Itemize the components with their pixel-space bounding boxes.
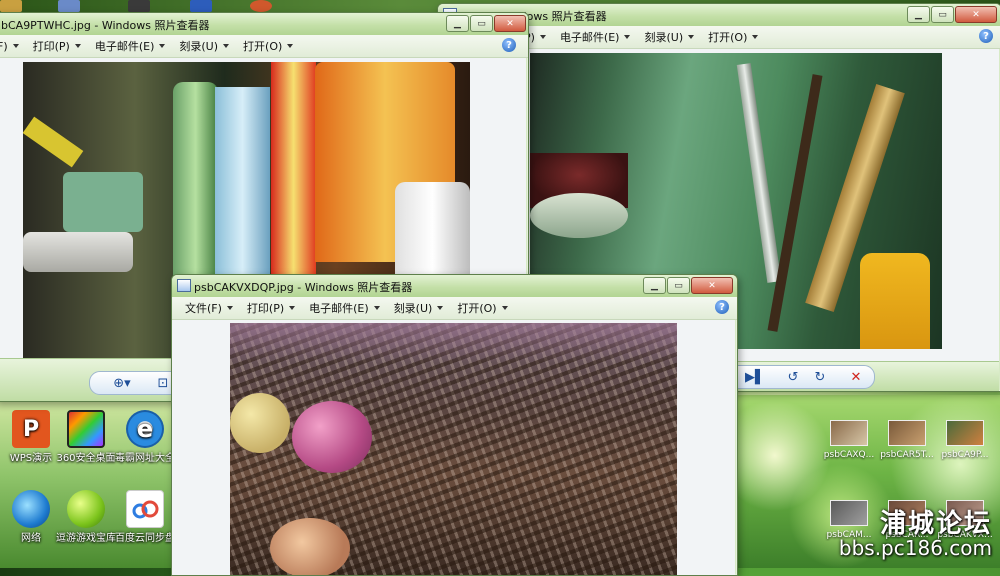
chevron-down-icon [159, 44, 166, 48]
chevron-down-icon [688, 35, 695, 39]
close-button[interactable]: ✕ [494, 15, 526, 32]
desktop-icon-label: 逗游游戏宝库 [56, 533, 116, 544]
menu-bar: 文件(F) 打印(P) 电子邮件(E) 刻录(U) 打开(O) ? [172, 297, 737, 320]
help-icon[interactable]: ? [715, 300, 729, 314]
desktop-icon-top-5[interactable] [250, 0, 272, 12]
menu-burn[interactable]: 刻录(U) [394, 300, 444, 316]
close-button[interactable]: ✕ [955, 6, 997, 23]
chevron-down-icon [437, 306, 444, 310]
baidu-cloud-icon [126, 490, 164, 528]
close-button[interactable]: ✕ [691, 277, 733, 294]
desktop-icon-label: 网络 [21, 533, 41, 544]
image-viewer-area [172, 320, 735, 575]
watermark-title: 浦城论坛 [879, 509, 992, 539]
game-icon [67, 490, 105, 528]
wps-presentation-icon: P [12, 410, 50, 448]
desktop-icon-label: 360安全桌面 [56, 453, 116, 464]
menu-burn[interactable]: 刻录(U) [179, 38, 230, 54]
zoom-button[interactable]: ⊕▾ [107, 373, 137, 393]
menu-email[interactable]: 电子邮件(E) [95, 38, 166, 54]
maximize-button[interactable]: ▭ [667, 277, 690, 294]
chevron-down-icon [624, 35, 631, 39]
image-file-icon [946, 420, 984, 446]
menu-open[interactable]: 打开(O) [708, 29, 759, 45]
chevron-down-icon [12, 44, 19, 48]
chevron-down-icon [501, 306, 508, 310]
desktop-icon-label: 毒霸网址大全 [115, 453, 175, 464]
chevron-down-icon [539, 35, 546, 39]
desktop-icon-label: 百度云同步盘 [115, 533, 175, 544]
title-bar[interactable]: bCA9PTWHC.jpg - Windows 照片查看器 ▁ ▭ ✕ [0, 13, 528, 35]
desktop-icon-top-3[interactable] [128, 0, 150, 12]
menu-print[interactable]: 打印(P) [247, 300, 296, 316]
image-file-icon [888, 420, 926, 446]
chevron-down-icon [287, 44, 294, 48]
desktop-file-thumb[interactable]: psbCAM... [818, 500, 880, 541]
maximize-button[interactable]: ▭ [470, 15, 493, 32]
menu-file[interactable]: 文件(F) [185, 300, 233, 316]
desktop-icon-top-2[interactable] [58, 0, 80, 12]
photo-viewer-icon [177, 279, 191, 292]
menu-email[interactable]: 电子邮件(E) [560, 29, 631, 45]
internet-explorer-icon: e [126, 410, 164, 448]
window-title: bCA9PTWHC.jpg - Windows 照片查看器 [1, 19, 210, 32]
chevron-down-icon [223, 44, 230, 48]
image-file-icon [830, 500, 868, 526]
help-icon[interactable]: ? [979, 29, 993, 43]
desktop-icon-network[interactable]: 网络 [0, 490, 62, 545]
slideshow-button[interactable]: ▶▌ [743, 367, 767, 387]
maximize-button[interactable]: ▭ [931, 6, 954, 23]
menu-email[interactable]: 电子邮件(E) [309, 300, 380, 316]
desktop-file-thumb[interactable]: psbCAR5T... [876, 420, 938, 461]
desktop-file-thumb[interactable]: psbCAXQ... [818, 420, 880, 461]
menu-file[interactable]: F) [0, 40, 19, 53]
desktop-icon-label: WPS演示 [9, 453, 53, 464]
delete-button[interactable]: ✕ [846, 367, 866, 387]
chevron-down-icon [226, 306, 233, 310]
network-icon [12, 490, 50, 528]
chevron-down-icon [74, 44, 81, 48]
menu-print[interactable]: 打印(P) [33, 38, 81, 54]
desktop-file-thumb[interactable]: psbCA9P... [934, 420, 996, 461]
image-file-icon [830, 420, 868, 446]
minimize-button[interactable]: ▁ [643, 277, 666, 294]
desktop-icon-ie[interactable]: e 毒霸网址大全 [114, 410, 176, 465]
desktop-icon-baidu[interactable]: 百度云同步盘 [114, 490, 176, 545]
title-bar[interactable]: psbCAKVXDQP.jpg - Windows 照片查看器 ▁ ▭ ✕ [172, 275, 737, 297]
chevron-down-icon [373, 306, 380, 310]
minimize-button[interactable]: ▁ [907, 6, 930, 23]
desktop-icon-wps[interactable]: P WPS演示 [0, 410, 62, 465]
photo-grapes-basket [230, 323, 677, 575]
menu-open[interactable]: 打开(O) [457, 300, 508, 316]
chevron-down-icon [289, 306, 296, 310]
desktop-icon-360[interactable]: 360安全桌面 [55, 410, 117, 465]
rotate-ccw-button[interactable]: ↺ [783, 367, 803, 387]
360-desktop-icon [67, 410, 105, 448]
watermark-url: bbs.pc186.com [838, 536, 992, 560]
rotate-cw-button[interactable]: ↻ [810, 367, 830, 387]
desktop-icon-top-4[interactable] [190, 0, 212, 12]
chevron-down-icon [752, 35, 759, 39]
window-title: psbCAKVXDQP.jpg - Windows 照片查看器 [194, 281, 413, 294]
menu-bar: F) 打印(P) 电子邮件(E) 刻录(U) 打开(O) ? [0, 35, 528, 58]
photo-viewer-window-3[interactable]: psbCAKVXDQP.jpg - Windows 照片查看器 ▁ ▭ ✕ 文件… [171, 274, 738, 576]
desktop-icon-top-1[interactable] [0, 0, 22, 12]
desktop-icon-game[interactable]: 逗游游戏宝库 [55, 490, 117, 545]
minimize-button[interactable]: ▁ [446, 15, 469, 32]
help-icon[interactable]: ? [502, 38, 516, 52]
menu-open[interactable]: 打开(O) [243, 38, 294, 54]
menu-burn[interactable]: 刻录(U) [644, 29, 695, 45]
